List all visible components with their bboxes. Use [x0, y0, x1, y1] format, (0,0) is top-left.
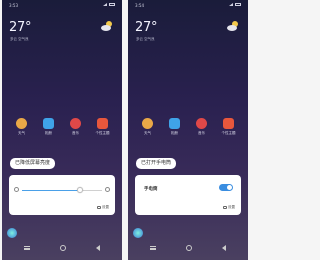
- app-row: 天气 相册 音乐 个性主题: [8, 118, 116, 144]
- status-icons: [103, 3, 115, 6]
- flashlight-toggle[interactable]: [219, 184, 233, 191]
- menu-icon[interactable]: [24, 246, 30, 250]
- app-theme[interactable]: 个性主题: [93, 118, 113, 144]
- signal-icon: [103, 3, 107, 6]
- app-label: 天气: [18, 131, 25, 135]
- dock: [133, 228, 243, 238]
- app-weather[interactable]: 天气: [12, 118, 32, 144]
- cloud-icon: [227, 21, 238, 31]
- weather-temperature[interactable]: 27°: [135, 20, 157, 35]
- app-label: 个性主题: [95, 131, 110, 135]
- brightness-low-icon: [14, 187, 19, 192]
- gallery-icon: [169, 118, 180, 129]
- slider-fill: [22, 189, 80, 191]
- battery-icon: [109, 3, 115, 6]
- status-bar: 3:54: [132, 3, 244, 9]
- settings-icon: [97, 205, 101, 210]
- assistant-icon[interactable]: [7, 228, 17, 238]
- weather-description: 多云 空气良: [10, 37, 29, 41]
- weather-icon: [142, 118, 153, 129]
- back-icon[interactable]: [96, 245, 100, 251]
- settings-label: 设置: [102, 205, 109, 209]
- flashlight-label: 手电筒: [144, 187, 158, 192]
- app-theme[interactable]: 个性主题: [219, 118, 239, 144]
- music-icon: [196, 118, 207, 129]
- theme-icon: [223, 118, 234, 129]
- home-icon[interactable]: [186, 245, 192, 251]
- signal-icon: [229, 3, 233, 6]
- app-music[interactable]: 音乐: [66, 118, 86, 144]
- weather-temperature[interactable]: 27°: [9, 20, 31, 35]
- status-time: 3:53: [9, 3, 18, 8]
- status-time: 3:54: [135, 3, 144, 8]
- app-label: 音乐: [72, 131, 79, 135]
- assistant-icon[interactable]: [133, 228, 143, 238]
- brightness-high-icon: [105, 187, 110, 192]
- settings-label: 设置: [228, 205, 235, 209]
- phone-screen-brightness: 3:53 27° 多云 空气良 天气 相册 音乐 个性主题 已降低屏幕亮度 设置: [2, 0, 122, 260]
- music-icon: [70, 118, 81, 129]
- navigation-bar: [150, 244, 226, 252]
- menu-icon[interactable]: [150, 246, 156, 250]
- brightness-slider[interactable]: [14, 186, 110, 194]
- status-bar: 3:53: [6, 3, 118, 9]
- toggle-knob: [227, 185, 232, 190]
- app-gallery[interactable]: 相册: [39, 118, 59, 144]
- toast-message: 已降低屏幕亮度: [10, 158, 56, 169]
- weather-icon: [16, 118, 27, 129]
- brightness-panel: 设置: [9, 175, 115, 215]
- dock: [7, 228, 117, 238]
- status-icons: [229, 3, 241, 6]
- settings-icon: [223, 205, 227, 210]
- app-music[interactable]: 音乐: [192, 118, 212, 144]
- settings-link[interactable]: 设置: [223, 205, 235, 210]
- toast-message: 已打开手电筒: [136, 158, 177, 169]
- weather-description: 多云 空气良: [136, 37, 155, 41]
- app-label: 天气: [144, 131, 151, 135]
- app-gallery[interactable]: 相册: [165, 118, 185, 144]
- theme-icon: [97, 118, 108, 129]
- app-label: 音乐: [198, 131, 205, 135]
- home-icon[interactable]: [60, 245, 66, 251]
- navigation-bar: [24, 244, 100, 252]
- app-row: 天气 相册 音乐 个性主题: [134, 118, 242, 144]
- app-label: 相册: [45, 131, 52, 135]
- back-icon[interactable]: [222, 245, 226, 251]
- battery-icon: [235, 3, 241, 6]
- cloud-icon: [101, 21, 112, 31]
- gallery-icon: [43, 118, 54, 129]
- app-label: 相册: [171, 131, 178, 135]
- settings-link[interactable]: 设置: [97, 205, 109, 210]
- slider-thumb[interactable]: [76, 187, 83, 193]
- phone-screen-flashlight: 3:54 27° 多云 空气良 天气 相册 音乐 个性主题 已打开手电筒 手电筒: [128, 0, 248, 260]
- flashlight-panel: 手电筒 设置: [135, 175, 241, 215]
- app-label: 个性主题: [221, 131, 236, 135]
- app-weather[interactable]: 天气: [138, 118, 158, 144]
